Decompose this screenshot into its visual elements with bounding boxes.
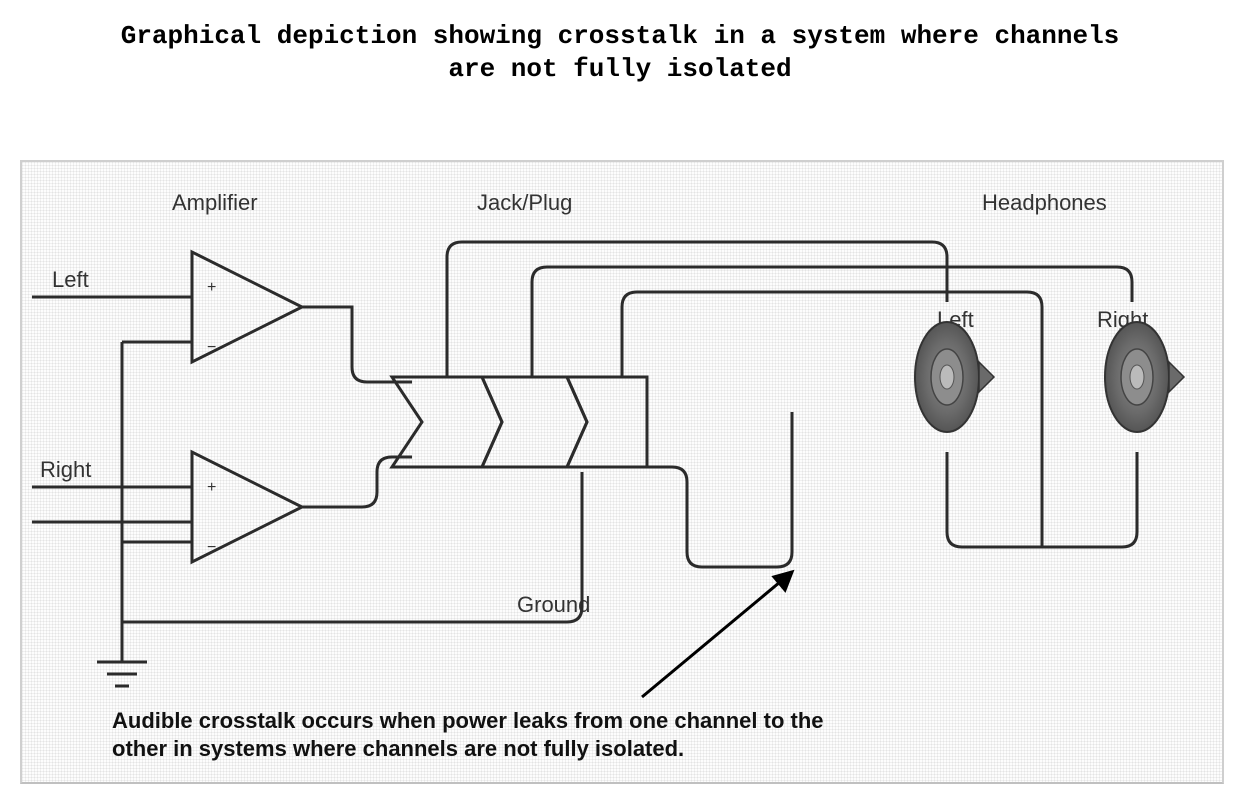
jackplug-icon [392,377,647,467]
right-speaker-icon [1105,322,1184,432]
amp-bottom-minus: − [207,539,216,556]
amp-bottom-plus: + [207,479,216,496]
amp-top-minus: − [207,339,216,356]
wire-bottom-to-plug [302,457,412,507]
diagram-title: Graphical depiction showing crosstalk in… [0,20,1240,85]
left-speaker-icon [915,322,994,432]
wire-top-to-plug [302,307,412,382]
wire-jack-ground-return [622,292,1042,512]
amp-top-plus: + [207,279,216,296]
schematic-svg: + − + − [22,162,1222,782]
wire-crosstalk-path [647,412,792,567]
annotation-arrow-icon [642,572,792,697]
diagram-frame: Amplifier Jack/Plug Headphones Left Righ… [20,160,1224,784]
wire-jack-to-left-speaker [447,242,947,377]
diagram-caption: Audible crosstalk occurs when power leak… [112,707,872,762]
